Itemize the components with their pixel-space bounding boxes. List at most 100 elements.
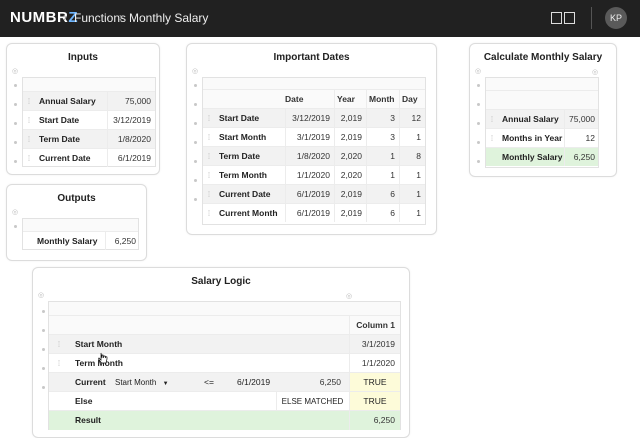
layout-toggle-icon[interactable] [551,12,577,24]
corner-handle-icon[interactable]: ◎ [38,292,44,299]
drag-dots-icon[interactable] [42,310,46,405]
table-row[interactable]: ⁞ Term Date 1/8/2020 2,020 1 8 [203,146,425,165]
cell-day[interactable]: 1 [399,185,425,203]
result-row[interactable]: Result 6,250 [49,410,400,430]
corner-handle-icon[interactable]: ◎ [346,293,352,300]
table-row[interactable]: ⁞ Current Date 6/1/2019 2,019 6 1 [203,184,425,203]
drag-handle-icon[interactable]: ⁞ [205,204,213,222]
drag-dots-icon[interactable] [14,225,18,244]
table-row[interactable]: Monthly Salary 6,250 [23,231,138,250]
drag-handle-icon[interactable]: ⁞ [25,92,33,110]
table-row[interactable]: ⁞ Start Month 3/1/2019 2,019 3 1 [203,127,425,146]
column-header-month[interactable]: Month [369,90,399,108]
row-label: Monthly Salary [37,236,98,246]
cell-date[interactable]: 6/1/2019 [285,204,334,222]
cell-year[interactable]: 2,019 [334,109,366,127]
corner-handle-icon[interactable]: ◎ [592,69,598,76]
cell-year[interactable]: 2,019 [334,128,366,146]
table-row[interactable]: Monthly Salary 6,250 [486,147,598,166]
table-row[interactable]: ⁞ Current Month 6/1/2019 2,019 6 1 [203,203,425,222]
condition-row[interactable]: Current Start Month ▼ <= 6/1/2019 6,250 … [49,372,400,391]
table-row[interactable]: ⁞ Annual Salary 75,000 [23,91,155,110]
row-value[interactable]: 6,250 [105,232,140,250]
row-value[interactable]: 3/1/2019 [349,335,399,353]
cell-day[interactable]: 1 [399,166,425,184]
cell-month[interactable]: 1 [366,147,399,165]
chevron-right-icon: › [119,10,123,24]
avatar[interactable]: KP [605,7,627,29]
row-value[interactable]: 6/1/2019 [107,149,155,167]
cell-date[interactable]: 1/8/2020 [285,147,334,165]
drag-handle-icon[interactable]: ⁞ [25,130,33,148]
table-row[interactable]: ⁞ Months in Year 12 [486,128,598,147]
column-header-day[interactable]: Day [402,90,424,108]
corner-handle-icon[interactable]: ◎ [475,68,481,75]
logo-text: NUMBR [10,9,69,26]
corner-handle-icon[interactable]: ◎ [192,68,198,75]
drag-handle-icon[interactable]: ⁞ [205,109,213,127]
grid-handle-row [203,78,425,89]
cell-year[interactable]: 2,019 [334,204,366,222]
cell-day[interactable]: 12 [399,109,425,127]
cell-year[interactable]: 2,020 [334,166,366,184]
table-row[interactable]: ⁞ Term Month 1/1/2020 2,020 1 1 [203,165,425,184]
corner-handle-icon[interactable]: ◎ [12,68,18,75]
cell-year[interactable]: 2,020 [334,147,366,165]
grid-handle-row [49,302,400,315]
cell-month[interactable]: 1 [366,166,399,184]
cell-month[interactable]: 3 [366,109,399,127]
cell-year[interactable]: 2,019 [334,185,366,203]
column-header-date[interactable]: Date [285,90,335,108]
table-row[interactable]: ⁞ Start Month 3/1/2019 [49,334,400,353]
drag-handle-icon[interactable]: ⁞ [205,147,213,165]
drag-dots-icon[interactable] [477,84,481,179]
row-value[interactable]: 75,000 [564,110,599,128]
drag-dots-icon[interactable] [14,84,18,179]
row-value[interactable]: 1/1/2020 [349,354,399,372]
table-row[interactable]: ⁞ Term Date 1/8/2020 [23,129,155,148]
table-row[interactable]: ⁞ Start Date 3/12/2019 [23,110,155,129]
cell-month[interactable]: 6 [366,204,399,222]
cell-day[interactable]: 8 [399,147,425,165]
drag-handle-icon[interactable]: ⁞ [488,129,496,147]
drag-handle-icon[interactable]: ⁞ [25,111,33,129]
else-result[interactable]: TRUE [350,392,400,410]
table-row[interactable]: ⁞ Annual Salary 75,000 [486,109,598,128]
condition-result[interactable]: TRUE [350,373,400,391]
drag-handle-icon[interactable] [488,148,496,166]
corner-handle-icon[interactable]: ◎ [12,209,18,216]
drag-handle-icon[interactable]: ⁞ [488,110,496,128]
cell-date[interactable]: 3/12/2019 [285,109,334,127]
cell-date[interactable]: 6/1/2019 [285,185,334,203]
cell-date[interactable]: 3/1/2019 [285,128,334,146]
condition-date[interactable]: 6/1/2019 [237,373,287,391]
drag-handle-icon[interactable]: ⁞ [55,335,63,353]
row-value[interactable]: 6,250 [564,148,599,166]
cell-date[interactable]: 1/1/2020 [285,166,334,184]
condition-select[interactable]: Start Month ▼ [115,373,179,391]
cell-month[interactable]: 3 [366,128,399,146]
operator[interactable]: <= [199,373,219,391]
drag-handle-icon[interactable]: ⁞ [205,128,213,146]
app-logo[interactable]: NUMBRZ [10,9,78,26]
condition-amount[interactable]: 6,250 [289,373,345,391]
drag-handle-icon[interactable]: ⁞ [55,354,63,372]
table-row[interactable]: ⁞ Current Date 6/1/2019 [23,148,155,167]
else-row[interactable]: Else ELSE MATCHED TRUE [49,391,400,410]
row-value[interactable]: 3/12/2019 [107,111,155,129]
cell-day[interactable]: 1 [399,128,425,146]
cell-month[interactable]: 6 [366,185,399,203]
row-value[interactable]: 1/8/2020 [107,130,155,148]
row-value[interactable]: 12 [564,129,599,147]
drag-handle-icon[interactable]: ⁞ [205,166,213,184]
calc-panel: Calculate Monthly Salary ◎ ◎ ⁞ Annual Sal… [469,43,617,177]
drag-handle-icon[interactable]: ⁞ [205,185,213,203]
drag-handle-icon[interactable]: ⁞ [25,149,33,167]
result-value[interactable]: 6,250 [349,411,399,430]
column-header-year[interactable]: Year [337,90,367,108]
cell-day[interactable]: 1 [399,204,425,222]
column-header[interactable]: Column 1 [349,316,399,334]
drag-dots-icon[interactable] [194,84,198,217]
row-value[interactable]: 75,000 [107,92,155,110]
table-row[interactable]: ⁞ Start Date 3/12/2019 2,019 3 12 [203,108,425,127]
